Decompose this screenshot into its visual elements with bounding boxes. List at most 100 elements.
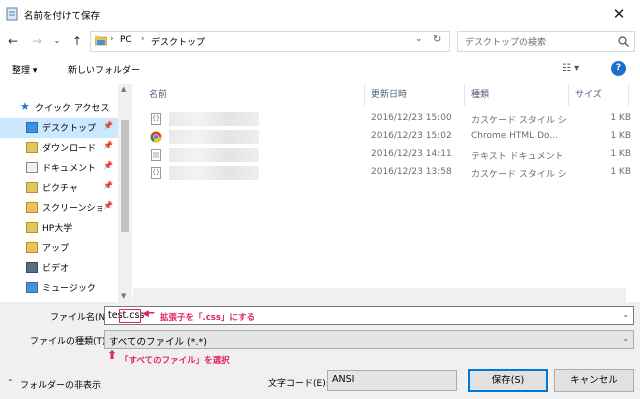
- pc-icon: [95, 36, 107, 46]
- file-row[interactable]: {} 2016/12/23 15:00 カスケード スタイル シ... 1 KB: [133, 110, 633, 128]
- sidebar-item-up[interactable]: アップ: [0, 238, 118, 258]
- video-folder-icon: [26, 262, 38, 273]
- pin-icon: 📌: [103, 181, 113, 190]
- file-date: 2016/12/23 13:58: [371, 167, 452, 177]
- annotation-arrow-up-icon: ⬆: [107, 348, 118, 362]
- file-size: 1 KB: [610, 113, 631, 123]
- sidebar-item-label: ピクチャ: [42, 184, 78, 194]
- filename-label: ファイル名(N):: [50, 313, 112, 323]
- search-icon[interactable]: [618, 36, 629, 47]
- text-file-icon: [151, 149, 161, 161]
- column-header: 名前 更新日時 種類 サイズ: [133, 84, 640, 106]
- sidebar-item-label: ビデオ: [42, 264, 70, 274]
- pictures-folder-icon: [26, 182, 38, 193]
- pin-icon: 📌: [103, 201, 113, 210]
- view-options-icon[interactable]: ☷ ▾: [562, 63, 579, 74]
- column-type[interactable]: 種類: [465, 84, 569, 106]
- search-placeholder: デスクトップの検索: [465, 38, 547, 48]
- sidebar-item-screenshots[interactable]: スクリーンショット 📌: [0, 198, 118, 218]
- address-dropdown-icon[interactable]: ⌄: [415, 34, 423, 44]
- file-row[interactable]: 2016/12/23 15:02 Chrome HTML Do... 1 KB: [133, 128, 633, 146]
- file-type: カスケード スタイル シ...: [471, 170, 566, 180]
- sidebar-item-quick-access[interactable]: ★ クイック アクセス: [0, 98, 118, 118]
- sidebar-item-label: デスクトップ: [42, 124, 97, 134]
- encoding-select[interactable]: ANSI: [327, 370, 457, 391]
- file-row[interactable]: {} 2016/12/23 13:58 カスケード スタイル シ... 1 KB: [133, 164, 633, 182]
- horizontal-scrollbar[interactable]: [133, 288, 626, 302]
- breadcrumb-desktop[interactable]: デスクトップ: [151, 35, 205, 48]
- annotation-arrow-left-icon: ◀━: [142, 309, 155, 319]
- column-date[interactable]: 更新日時: [365, 84, 465, 106]
- command-bar: 整理 ▾ 新しいフォルダー ☷ ▾ ?: [0, 58, 640, 82]
- close-icon[interactable]: ✕: [604, 3, 634, 25]
- redacted-filename: [169, 112, 259, 126]
- recent-dropdown-icon[interactable]: ⌄: [48, 32, 66, 50]
- sidebar-item-documents[interactable]: ドキュメント 📌: [0, 158, 118, 178]
- documents-folder-icon: [26, 162, 38, 173]
- file-type: テキスト ドキュメント: [471, 152, 564, 162]
- address-row: ← → ⌄ ↑ › PC › デスクトップ ⌄ ↻ デスクトップの検索: [0, 30, 640, 54]
- scroll-thumb[interactable]: [121, 120, 129, 232]
- breadcrumb-separator-icon: ›: [110, 34, 114, 44]
- chrome-html-icon: [150, 131, 162, 143]
- css-file-icon: {}: [151, 167, 161, 179]
- encoding-value: ANSI: [332, 374, 355, 385]
- css-file-icon: {}: [151, 113, 161, 125]
- back-arrow-icon[interactable]: ←: [4, 32, 22, 50]
- hide-folders-button[interactable]: フォルダーの非表示: [20, 378, 101, 391]
- search-input[interactable]: デスクトップの検索: [457, 31, 635, 52]
- extension-annotation: 拡張子を「.css」にする: [160, 313, 255, 323]
- pin-icon: 📌: [103, 141, 113, 150]
- sidebar-item-hp-university[interactable]: HP大学: [0, 218, 118, 238]
- scroll-up-icon[interactable]: ▲: [121, 85, 126, 93]
- sidebar-item-label: クイック アクセス: [35, 104, 110, 114]
- sidebar-item-label: スクリーンショット: [42, 204, 102, 214]
- sidebar-item-label: アップ: [42, 244, 70, 254]
- file-type: カスケード スタイル シ...: [471, 116, 566, 126]
- sidebar-item-music[interactable]: ミュージック: [0, 278, 118, 298]
- notepad-icon: [6, 7, 18, 21]
- chevron-up-icon[interactable]: ⌃: [7, 378, 14, 387]
- file-size: 1 KB: [610, 149, 631, 159]
- up-arrow-icon[interactable]: ↑: [68, 32, 86, 50]
- chevron-down-icon[interactable]: ⌄: [622, 334, 629, 343]
- extension-highlight-box: [119, 309, 141, 323]
- breadcrumb-separator-icon: ›: [141, 34, 145, 44]
- redacted-filename: [169, 166, 259, 180]
- pin-icon: 📌: [103, 161, 113, 170]
- sidebar-item-downloads[interactable]: ダウンロード 📌: [0, 138, 118, 158]
- nav-scrollbar[interactable]: ▲ ▼: [118, 84, 132, 302]
- column-name[interactable]: 名前: [143, 84, 365, 106]
- help-icon[interactable]: ?: [611, 61, 626, 76]
- file-date: 2016/12/23 14:11: [371, 149, 452, 159]
- sidebar-item-desktop[interactable]: デスクトップ 📌: [0, 118, 118, 138]
- encoding-label: 文字コード(E):: [268, 379, 329, 389]
- redacted-filename: [169, 148, 259, 162]
- filetype-select[interactable]: すべてのファイル (*.*) ⌄: [104, 330, 634, 349]
- chevron-down-icon[interactable]: ⌄: [622, 310, 629, 319]
- cancel-button[interactable]: キャンセル: [554, 369, 634, 392]
- file-date: 2016/12/23 15:02: [371, 131, 452, 141]
- file-type: Chrome HTML Do...: [471, 131, 558, 141]
- sidebar-item-pictures[interactable]: ピクチャ 📌: [0, 178, 118, 198]
- refresh-icon[interactable]: ↻: [433, 34, 441, 45]
- organize-button[interactable]: 整理 ▾: [12, 63, 37, 76]
- sidebar-item-videos[interactable]: ビデオ: [0, 258, 118, 278]
- file-size: 1 KB: [610, 167, 631, 177]
- folder-icon: [26, 222, 38, 233]
- navigation-pane: ★ クイック アクセス デスクトップ 📌 ダウンロード 📌 ドキュメント 📌 ピ…: [0, 84, 132, 302]
- new-folder-button[interactable]: 新しいフォルダー: [68, 63, 140, 76]
- filetype-value: すべてのファイル (*.*): [109, 337, 207, 348]
- address-bar[interactable]: › PC › デスクトップ ⌄ ↻: [90, 31, 450, 52]
- scroll-down-icon[interactable]: ▼: [121, 292, 126, 300]
- folder-icon: [26, 202, 38, 213]
- column-size[interactable]: サイズ: [569, 84, 629, 106]
- folder-icon: [26, 242, 38, 253]
- save-button[interactable]: 保存(S): [468, 369, 548, 392]
- redacted-filename: [169, 130, 259, 144]
- forward-arrow-icon[interactable]: →: [28, 32, 46, 50]
- breadcrumb-pc[interactable]: PC: [120, 35, 132, 45]
- download-folder-icon: [26, 142, 38, 153]
- window-title: 名前を付けて保存: [24, 11, 101, 22]
- file-row[interactable]: 2016/12/23 14:11 テキスト ドキュメント 1 KB: [133, 146, 633, 164]
